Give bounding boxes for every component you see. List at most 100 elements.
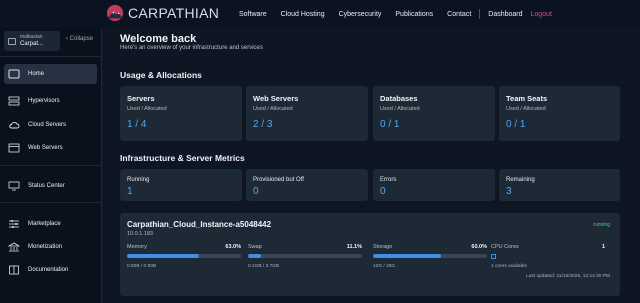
nav-links: Software Cloud Hosting Cybersecurity Pub… bbox=[239, 9, 566, 19]
main-content: Welcome back Here's an overview of your … bbox=[101, 28, 640, 303]
card-subtitle: Used / Allocated bbox=[253, 106, 293, 112]
book-icon bbox=[8, 265, 20, 275]
sidebar-item-label: Web Servers bbox=[28, 145, 63, 151]
account-switcher[interactable]: malkasian Carpat... bbox=[4, 31, 60, 51]
account-username: malkasian bbox=[20, 34, 43, 40]
progress-bar bbox=[248, 254, 362, 258]
sidebar-item-label: Marketplace bbox=[28, 221, 61, 227]
logout-link[interactable]: Logout bbox=[531, 11, 552, 18]
nav-cloud-hosting[interactable]: Cloud Hosting bbox=[281, 11, 325, 18]
card-subtitle: Used / Allocated bbox=[380, 106, 420, 112]
progress-bar bbox=[373, 254, 487, 258]
cloud-icon bbox=[8, 121, 20, 130]
card-value: 1 / 4 bbox=[127, 119, 147, 130]
nav-dashboard[interactable]: Dashboard bbox=[488, 11, 522, 18]
mountain-logo-icon bbox=[106, 4, 124, 22]
resource-detail: 1 cores available bbox=[491, 264, 527, 269]
sliders-icon bbox=[8, 220, 20, 229]
sidebar: malkasian Carpat... ‹ Collapse Home Hype… bbox=[0, 28, 102, 303]
card-title: Servers bbox=[127, 94, 155, 103]
top-navbar: CARPATHIAN Software Cloud Hosting Cybers… bbox=[0, 0, 640, 28]
sidebar-item-label: Hypervisors bbox=[28, 98, 60, 104]
resource-detail: 12G / 20G bbox=[373, 264, 396, 269]
metric-value: 0 bbox=[380, 186, 386, 197]
metric-title: Remaining bbox=[506, 177, 535, 183]
sidebar-item-documentation[interactable]: Documentation bbox=[4, 260, 97, 280]
card-title: Team Seats bbox=[506, 94, 548, 103]
sidebar-item-monetization[interactable]: Monetization bbox=[4, 237, 97, 257]
usage-card-web-servers[interactable]: Web Servers Used / Allocated 2 / 3 bbox=[246, 86, 368, 141]
instance-name: Carpathian_Cloud_Instance-a5048442 bbox=[127, 220, 272, 229]
sidebar-divider bbox=[0, 165, 101, 166]
browser-window-icon bbox=[8, 143, 20, 153]
resource-percent: 60.0% bbox=[471, 244, 487, 250]
sidebar-item-web-servers[interactable]: Web Servers bbox=[4, 138, 97, 158]
nav-software[interactable]: Software bbox=[239, 11, 267, 18]
nav-divider bbox=[479, 9, 481, 19]
account-icon bbox=[8, 37, 16, 45]
status-badge: running bbox=[593, 222, 610, 228]
nav-contact[interactable]: Contact bbox=[447, 11, 471, 18]
sidebar-item-status-center[interactable]: Status Center bbox=[4, 176, 97, 196]
card-subtitle: Used / Allocated bbox=[506, 106, 546, 112]
card-value: 2 / 3 bbox=[253, 119, 273, 130]
usage-heading: Usage & Allocations bbox=[120, 70, 202, 80]
resource-detail: 0.4GB / 3.7GB bbox=[248, 264, 280, 269]
sidebar-item-marketplace[interactable]: Marketplace bbox=[4, 214, 97, 234]
sidebar-item-label: Home bbox=[28, 71, 45, 77]
metric-card-provisioned-off: Provisioned but Off 0 bbox=[246, 169, 368, 201]
sidebar-divider bbox=[0, 202, 101, 203]
sidebar-item-label: Documentation bbox=[28, 267, 69, 273]
sidebar-divider bbox=[0, 56, 101, 57]
card-subtitle: Used / Allocated bbox=[127, 106, 167, 112]
nav-publications[interactable]: Publications bbox=[395, 11, 433, 18]
card-value: 0 / 1 bbox=[506, 119, 526, 130]
usage-card-databases[interactable]: Databases Used / Allocated 0 / 1 bbox=[373, 86, 495, 141]
page-subtitle: Here's an overview of your infrastructur… bbox=[120, 45, 263, 51]
instance-ip: 10.0.1.183 bbox=[127, 231, 153, 237]
resource-percent: 11.1% bbox=[346, 244, 362, 250]
sidebar-item-label: Status Center bbox=[28, 183, 65, 189]
metric-value: 1 bbox=[127, 186, 133, 197]
sidebar-item-home[interactable]: Home bbox=[4, 64, 97, 84]
metric-value: 3 bbox=[506, 186, 512, 197]
sidebar-item-cloud-servers[interactable]: Cloud Servers bbox=[4, 115, 97, 135]
sidebar-item-label: Cloud Servers bbox=[28, 122, 67, 128]
collapse-label: Collapse bbox=[69, 36, 94, 42]
progress-bar bbox=[127, 254, 241, 258]
card-title: Databases bbox=[380, 94, 418, 103]
resource-label: Storage bbox=[373, 244, 393, 250]
metrics-heading: Infrastructure & Server Metrics bbox=[120, 153, 245, 163]
last-updated: Last updated: 11/16/2025, 12:14:30 PM bbox=[526, 274, 610, 279]
brand[interactable]: CARPATHIAN bbox=[106, 3, 219, 23]
metric-title: Provisioned but Off bbox=[253, 177, 304, 183]
resource-detail: 0.60B / 0.90B bbox=[127, 264, 157, 269]
progress-fill bbox=[127, 254, 199, 258]
sidebar-item-label: Monetization bbox=[28, 244, 63, 250]
home-icon bbox=[8, 69, 20, 79]
progress-fill bbox=[373, 254, 442, 258]
resource-label: Memory bbox=[127, 244, 147, 250]
server-stack-icon bbox=[8, 96, 20, 106]
instance-card[interactable]: Carpathian_Cloud_Instance-a5048442 10.0.… bbox=[120, 213, 620, 296]
metric-card-remaining: Remaining 3 bbox=[499, 169, 620, 201]
monitor-icon bbox=[8, 181, 20, 191]
resource-percent: 63.0% bbox=[225, 244, 241, 250]
card-value: 0 / 1 bbox=[380, 119, 400, 130]
bank-icon bbox=[8, 242, 20, 252]
metric-card-running: Running 1 bbox=[120, 169, 242, 201]
resource-label: Swap bbox=[248, 244, 262, 250]
page-title: Welcome back bbox=[120, 33, 197, 45]
progress-fill bbox=[248, 254, 261, 258]
metric-title: Running bbox=[127, 177, 150, 183]
account-org: Carpat... bbox=[20, 41, 44, 47]
sidebar-item-hypervisors[interactable]: Hypervisors bbox=[4, 91, 97, 111]
usage-card-team-seats[interactable]: Team Seats Used / Allocated 0 / 1 bbox=[499, 86, 620, 141]
card-title: Web Servers bbox=[253, 94, 299, 103]
collapse-button[interactable]: ‹ Collapse bbox=[66, 36, 93, 42]
cpu-core-indicator bbox=[491, 254, 496, 259]
nav-cybersecurity[interactable]: Cybersecurity bbox=[339, 11, 382, 18]
usage-card-servers[interactable]: Servers Used / Allocated 1 / 4 bbox=[120, 86, 242, 141]
resource-label: CPU Cores bbox=[491, 244, 519, 250]
metric-title: Errors bbox=[380, 177, 397, 183]
